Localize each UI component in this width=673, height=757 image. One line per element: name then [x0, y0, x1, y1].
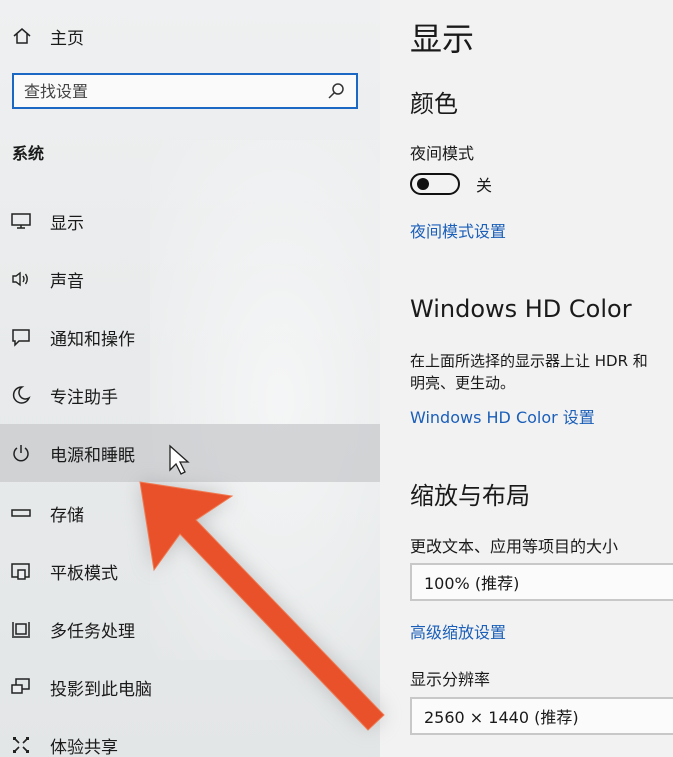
multitasking-icon [10, 618, 32, 640]
night-light-state: 关 [476, 176, 493, 195]
sidebar-item-label: 显示 [50, 213, 84, 234]
tablet-mode-icon [10, 560, 32, 582]
hdr-description-line2: 明亮、更生动。 [410, 374, 516, 392]
sidebar-item-label: 平板模式 [50, 563, 118, 584]
sidebar-item-projecting[interactable]: 投影到此电脑 [0, 658, 380, 716]
sidebar-item-focus-assist[interactable]: 专注助手 [0, 366, 380, 424]
night-light-toggle-row: 关 [410, 172, 492, 196]
night-light-label: 夜间模式 [410, 144, 475, 163]
sidebar-item-multitasking[interactable]: 多任务处理 [0, 600, 380, 658]
sidebar: 主页 系统 显示 声音 通知和操作 专注助手 [0, 0, 380, 757]
scale-dropdown-value: 100% (推荐) [424, 574, 520, 593]
home-icon [13, 28, 31, 44]
home-label: 主页 [50, 28, 84, 49]
sidebar-item-tablet-mode[interactable]: 平板模式 [0, 542, 380, 600]
resolution-label: 显示分辨率 [410, 670, 491, 689]
sidebar-item-label: 声音 [50, 271, 84, 292]
resolution-dropdown[interactable]: 2560 × 1440 (推荐) [410, 697, 673, 735]
power-icon [10, 442, 32, 464]
sidebar-item-label: 通知和操作 [50, 329, 135, 350]
section-title-hd-color: Windows HD Color [410, 295, 632, 323]
sidebar-item-sound[interactable]: 声音 [0, 250, 380, 308]
toggle-knob [417, 178, 429, 190]
group-title-system: 系统 [12, 144, 45, 163]
sidebar-item-label: 投影到此电脑 [50, 679, 152, 700]
sidebar-item-label: 电源和睡眠 [50, 445, 135, 466]
advanced-scaling-link[interactable]: 高级缩放设置 [410, 619, 506, 643]
sidebar-item-shared-experiences[interactable]: 体验共享 [0, 716, 380, 757]
sidebar-item-label: 体验共享 [50, 737, 118, 757]
sidebar-item-storage[interactable]: 存储 [0, 484, 380, 542]
storage-icon [10, 502, 32, 524]
main-content: 显示 颜色 夜间模式 关 夜间模式设置 Windows HD Color 在上面… [380, 0, 673, 757]
night-light-toggle[interactable] [410, 173, 460, 195]
speaker-icon [10, 268, 32, 290]
page-title: 显示 [410, 20, 475, 58]
section-title-scale-layout: 缩放与布局 [410, 482, 530, 510]
sidebar-item-label: 专注助手 [50, 387, 118, 408]
moon-icon [10, 384, 32, 406]
home-nav-item[interactable]: 主页 [12, 22, 84, 50]
search-icon[interactable] [326, 81, 346, 101]
night-light-settings-link[interactable]: 夜间模式设置 [410, 218, 506, 242]
sidebar-item-label: 多任务处理 [50, 621, 135, 642]
resolution-dropdown-value: 2560 × 1440 (推荐) [424, 708, 579, 727]
sidebar-item-label: 存储 [50, 505, 84, 526]
search-input[interactable] [14, 80, 326, 102]
sidebar-item-display[interactable]: 显示 [0, 192, 380, 250]
hd-color-settings-link[interactable]: Windows HD Color 设置 [410, 404, 595, 428]
sidebar-item-notifications[interactable]: 通知和操作 [0, 308, 380, 366]
search-box[interactable] [12, 73, 358, 109]
hdr-description: 在上面所选择的显示器上让 HDR 和 明亮、更生动。 [410, 350, 648, 394]
scale-dropdown[interactable]: 100% (推荐) [410, 563, 673, 601]
sidebar-item-power-sleep[interactable]: 电源和睡眠 [0, 424, 380, 482]
projecting-icon [10, 676, 32, 698]
scale-label: 更改文本、应用等项目的大小 [410, 537, 619, 556]
shared-experiences-icon [10, 734, 32, 756]
monitor-icon [10, 210, 32, 232]
notification-icon [10, 326, 32, 348]
section-title-color: 颜色 [410, 90, 458, 118]
hdr-description-line1: 在上面所选择的显示器上让 HDR 和 [410, 352, 648, 370]
